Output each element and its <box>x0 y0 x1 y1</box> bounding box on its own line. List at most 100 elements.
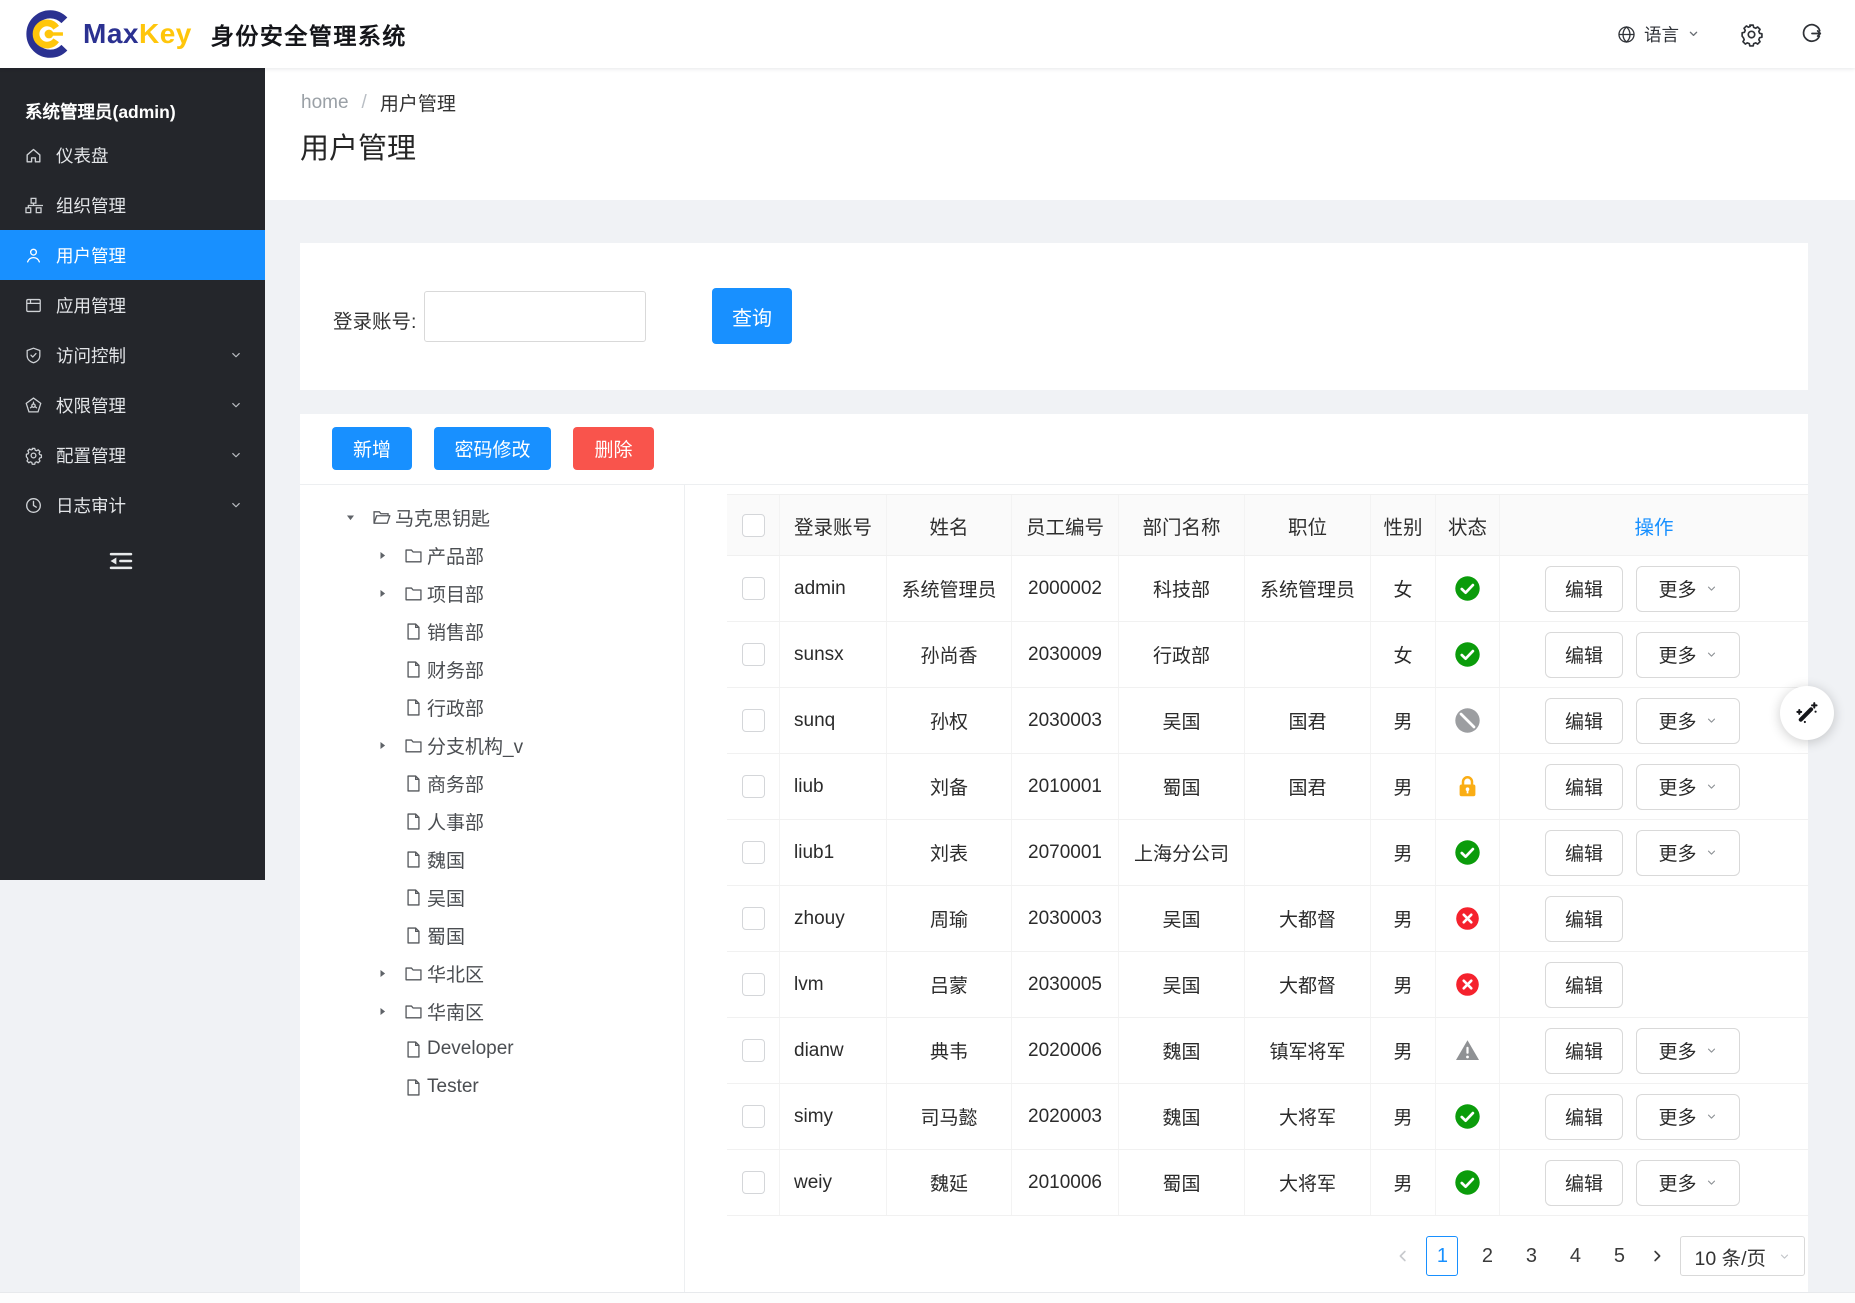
menu-fold-icon[interactable] <box>106 546 136 576</box>
tree-node[interactable]: Developer <box>300 1030 680 1068</box>
row-checkbox[interactable] <box>742 907 765 930</box>
caret-right-icon[interactable] <box>376 548 403 562</box>
tree-node[interactable]: 产品部 <box>300 536 680 574</box>
row-checkbox[interactable] <box>742 709 765 732</box>
language-label: 语言 <box>1644 22 1679 47</box>
users-table: 登录账号姓名员工编号部门名称职位性别状态操作 admin系统管理员2000002… <box>727 494 1808 1216</box>
folder-icon <box>403 963 424 984</box>
search-panel: 登录账号: 查询 <box>300 243 1808 390</box>
breadcrumb-home-link[interactable]: home <box>301 92 349 114</box>
page-button-3[interactable]: 3 <box>1516 1237 1546 1275</box>
maxkey-admin-app: MaxKey 身份安全管理系统 语言 <box>0 0 1855 1303</box>
cluster-icon <box>24 196 43 215</box>
caret-right-icon[interactable] <box>376 738 403 752</box>
column-header: 登录账号 <box>780 495 887 555</box>
caret-right-icon[interactable] <box>376 966 403 980</box>
tree-node[interactable]: Tester <box>300 1068 680 1106</box>
caret-right-icon[interactable] <box>376 586 403 600</box>
department-cell: 吴国 <box>1119 886 1245 951</box>
logout-icon[interactable] <box>1800 22 1825 47</box>
tree-node[interactable]: 华北区 <box>300 954 680 992</box>
chevron-down-icon <box>1705 846 1718 859</box>
sidebar-item-clock[interactable]: 日志审计 <box>0 480 265 530</box>
page-size-select[interactable]: 10 条/页 <box>1680 1236 1805 1276</box>
caret-right-icon[interactable] <box>376 1004 403 1018</box>
edit-button[interactable]: 编辑 <box>1545 632 1623 678</box>
delete-button[interactable]: 删除 <box>573 427 654 470</box>
actions-cell: 编辑更多 <box>1500 820 1808 885</box>
login-account-input[interactable] <box>424 291 646 342</box>
sidebar-item-setting[interactable]: 配置管理 <box>0 430 265 480</box>
more-button[interactable]: 更多 <box>1636 566 1740 612</box>
tree-node-label: Tester <box>427 1076 479 1098</box>
tree-node[interactable]: 蜀国 <box>300 916 680 954</box>
add-button[interactable]: 新增 <box>332 427 412 470</box>
tree-node-label: 财务部 <box>427 656 484 683</box>
row-checkbox[interactable] <box>742 1039 765 1062</box>
more-button[interactable]: 更多 <box>1636 632 1740 678</box>
theme-tool-fab[interactable] <box>1780 686 1834 740</box>
caret-down-icon[interactable] <box>344 510 371 524</box>
edit-button[interactable]: 编辑 <box>1545 764 1623 810</box>
edit-button[interactable]: 编辑 <box>1545 566 1623 612</box>
tree-node[interactable]: 商务部 <box>300 764 680 802</box>
edit-button[interactable]: 编辑 <box>1545 1160 1623 1206</box>
page-button-2[interactable]: 2 <box>1472 1237 1502 1275</box>
edit-button[interactable]: 编辑 <box>1545 698 1623 744</box>
status-ok-icon <box>1454 641 1481 668</box>
tree-node-label: 销售部 <box>427 618 484 645</box>
row-checkbox[interactable] <box>742 841 765 864</box>
query-button[interactable]: 查询 <box>712 288 792 344</box>
more-button[interactable]: 更多 <box>1636 1094 1740 1140</box>
department-cell: 魏国 <box>1119 1018 1245 1083</box>
tree-node[interactable]: 行政部 <box>300 688 680 726</box>
sidebar-item-appstore[interactable]: 应用管理 <box>0 280 265 330</box>
row-checkbox[interactable] <box>742 1171 765 1194</box>
edit-button[interactable]: 编辑 <box>1545 1094 1623 1140</box>
tree-node-label: 项目部 <box>427 580 484 607</box>
select-all-checkbox[interactable] <box>742 514 765 537</box>
folder-icon <box>403 735 424 756</box>
folder-icon <box>403 583 424 604</box>
more-button[interactable]: 更多 <box>1636 1160 1740 1206</box>
edit-button[interactable]: 编辑 <box>1545 1028 1623 1074</box>
edit-button[interactable]: 编辑 <box>1545 962 1623 1008</box>
edit-button[interactable]: 编辑 <box>1545 896 1623 942</box>
chevron-down-icon <box>1686 26 1703 43</box>
row-checkbox[interactable] <box>742 1105 765 1128</box>
sidebar-item-user[interactable]: 用户管理 <box>0 230 265 280</box>
page-button-1[interactable]: 1 <box>1426 1236 1458 1276</box>
page-button-4[interactable]: 4 <box>1560 1237 1590 1275</box>
prev-page-button[interactable] <box>1394 1247 1412 1265</box>
gender-cell: 男 <box>1371 886 1436 951</box>
change-password-button[interactable]: 密码修改 <box>434 427 551 470</box>
table-header-row: 登录账号姓名员工编号部门名称职位性别状态操作 <box>727 494 1808 556</box>
tree-node[interactable]: 人事部 <box>300 802 680 840</box>
tree-node[interactable]: 项目部 <box>300 574 680 612</box>
sidebar-item-cluster[interactable]: 组织管理 <box>0 180 265 230</box>
tree-node[interactable]: 吴国 <box>300 878 680 916</box>
row-checkbox[interactable] <box>742 775 765 798</box>
tree-node[interactable]: 马克思钥匙 <box>300 498 680 536</box>
language-menu[interactable]: 语言 <box>1616 22 1703 47</box>
tree-node[interactable]: 分支机构_v <box>300 726 680 764</box>
row-checkbox[interactable] <box>742 643 765 666</box>
more-button[interactable]: 更多 <box>1636 1028 1740 1074</box>
settings-gear-icon[interactable] <box>1739 22 1764 47</box>
more-button[interactable]: 更多 <box>1636 764 1740 810</box>
tree-node[interactable]: 华南区 <box>300 992 680 1030</box>
more-button[interactable]: 更多 <box>1636 698 1740 744</box>
tree-node[interactable]: 财务部 <box>300 650 680 688</box>
edit-button[interactable]: 编辑 <box>1545 830 1623 876</box>
tree-node[interactable]: 魏国 <box>300 840 680 878</box>
next-page-button[interactable] <box>1648 1247 1666 1265</box>
tree-node[interactable]: 销售部 <box>300 612 680 650</box>
sidebar-item-safety[interactable]: 权限管理 <box>0 380 265 430</box>
row-checkbox[interactable] <box>742 577 765 600</box>
sidebar-item-home[interactable]: 仪表盘 <box>0 130 265 180</box>
page-button-5[interactable]: 5 <box>1604 1237 1634 1275</box>
department-cell: 行政部 <box>1119 622 1245 687</box>
sidebar-item-shield[interactable]: 访问控制 <box>0 330 265 380</box>
row-checkbox[interactable] <box>742 973 765 996</box>
more-button[interactable]: 更多 <box>1636 830 1740 876</box>
